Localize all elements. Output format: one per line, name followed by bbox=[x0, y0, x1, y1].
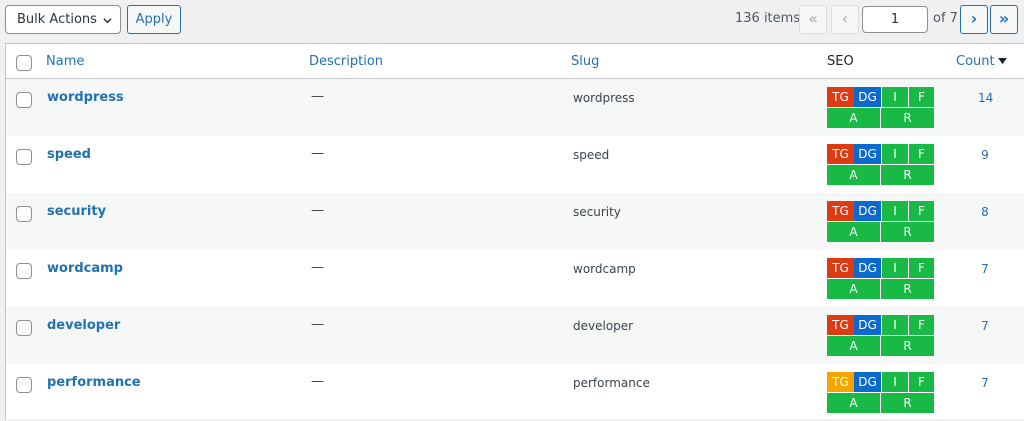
tag-description: — bbox=[311, 203, 324, 218]
row-checkbox[interactable] bbox=[16, 149, 32, 165]
tag-name-link[interactable]: security bbox=[47, 204, 106, 219]
seo-status-grid: TG DG I F A R bbox=[827, 144, 934, 185]
tag-description: — bbox=[311, 146, 324, 161]
seo-badge-r[interactable]: R bbox=[881, 108, 934, 128]
row-checkbox[interactable] bbox=[16, 206, 32, 222]
tag-description: — bbox=[311, 374, 324, 389]
apply-button[interactable]: Apply bbox=[127, 5, 181, 34]
tag-count-link[interactable]: 14 bbox=[978, 91, 993, 105]
seo-badge-a[interactable]: A bbox=[827, 336, 880, 356]
tag-name-link[interactable]: speed bbox=[47, 147, 91, 162]
bulk-actions-label: Bulk Actions bbox=[17, 12, 97, 27]
table-row: wordpress — wordpress TG DG I F A R 14 bbox=[6, 79, 1024, 136]
table-header: Name Description Slug SEO Count bbox=[6, 44, 1024, 79]
tag-slug: wordcamp bbox=[573, 262, 636, 276]
seo-badge-a[interactable]: A bbox=[827, 108, 880, 128]
current-page-input[interactable] bbox=[862, 6, 928, 33]
seo-badge-i[interactable]: I bbox=[881, 201, 908, 221]
item-count: 136 items bbox=[735, 11, 801, 26]
seo-badge-i[interactable]: I bbox=[881, 87, 908, 107]
seo-status-grid: TG DG I F A R bbox=[827, 315, 934, 356]
column-header-description[interactable]: Description bbox=[309, 54, 383, 69]
seo-badge-f[interactable]: F bbox=[908, 144, 934, 164]
tag-count-link[interactable]: 7 bbox=[978, 376, 992, 390]
column-header-count[interactable]: Count bbox=[956, 54, 995, 69]
seo-badge-f[interactable]: F bbox=[908, 258, 934, 278]
seo-badge-dg[interactable]: DG bbox=[854, 258, 881, 278]
seo-badge-r[interactable]: R bbox=[881, 165, 934, 185]
seo-badge-f[interactable]: F bbox=[908, 87, 934, 107]
row-checkbox[interactable] bbox=[16, 263, 32, 279]
seo-badge-a[interactable]: A bbox=[827, 279, 880, 299]
seo-badge-f[interactable]: F bbox=[908, 372, 934, 392]
seo-status-grid: TG DG I F A R bbox=[827, 201, 934, 242]
chevron-down-icon bbox=[103, 18, 112, 24]
table-row: wordcamp — wordcamp TG DG I F A R 7 bbox=[6, 250, 1024, 307]
seo-badge-dg[interactable]: DG bbox=[854, 315, 881, 335]
bulk-actions-select[interactable]: Bulk Actions bbox=[5, 5, 121, 34]
first-page-button[interactable]: « bbox=[799, 5, 827, 34]
tablenav-top: Bulk Actions Apply 136 items « ‹ of 7 › … bbox=[0, 0, 1024, 44]
last-page-button[interactable]: » bbox=[990, 5, 1018, 34]
column-header-seo: SEO bbox=[827, 54, 854, 69]
table-row: developer — developer TG DG I F A R 7 bbox=[6, 307, 1024, 364]
tags-table: Name Description Slug SEO Count wordpres… bbox=[5, 43, 1024, 419]
seo-badge-f[interactable]: F bbox=[908, 315, 934, 335]
seo-badge-f[interactable]: F bbox=[908, 201, 934, 221]
tag-name-link[interactable]: wordcamp bbox=[47, 261, 123, 276]
seo-badge-a[interactable]: A bbox=[827, 165, 880, 185]
seo-badge-r[interactable]: R bbox=[881, 222, 934, 242]
seo-badge-a[interactable]: A bbox=[827, 222, 880, 242]
seo-badge-a[interactable]: A bbox=[827, 393, 880, 413]
tag-count-link[interactable]: 7 bbox=[978, 262, 992, 276]
column-header-slug[interactable]: Slug bbox=[571, 54, 599, 69]
prev-page-button[interactable]: ‹ bbox=[831, 5, 859, 34]
seo-badge-dg[interactable]: DG bbox=[854, 87, 881, 107]
table-row: performance — performance TG DG I F A R 7 bbox=[6, 364, 1024, 421]
seo-badge-dg[interactable]: DG bbox=[854, 201, 881, 221]
seo-badge-dg[interactable]: DG bbox=[854, 144, 881, 164]
seo-badge-tg[interactable]: TG bbox=[827, 87, 854, 107]
column-header-name[interactable]: Name bbox=[46, 54, 84, 69]
row-checkbox[interactable] bbox=[16, 92, 32, 108]
tag-description: — bbox=[311, 89, 324, 104]
seo-status-grid: TG DG I F A R bbox=[827, 87, 934, 128]
seo-badge-dg[interactable]: DG bbox=[854, 372, 881, 392]
tag-slug: speed bbox=[573, 148, 610, 162]
seo-badge-tg[interactable]: TG bbox=[827, 315, 854, 335]
tag-name-link[interactable]: performance bbox=[47, 375, 141, 390]
tag-description: — bbox=[311, 260, 324, 275]
seo-badge-tg[interactable]: TG bbox=[827, 372, 854, 392]
row-checkbox[interactable] bbox=[16, 320, 32, 336]
table-row: speed — speed TG DG I F A R 9 bbox=[6, 136, 1024, 193]
tag-slug: performance bbox=[573, 376, 650, 390]
seo-status-grid: TG DG I F A R bbox=[827, 258, 934, 299]
seo-badge-r[interactable]: R bbox=[881, 336, 934, 356]
select-all-checkbox[interactable] bbox=[16, 55, 32, 71]
tag-description: — bbox=[311, 317, 324, 332]
seo-badge-r[interactable]: R bbox=[881, 279, 934, 299]
seo-badge-tg[interactable]: TG bbox=[827, 144, 854, 164]
sort-descending-icon[interactable] bbox=[998, 58, 1007, 65]
total-pages-label: of 7 bbox=[933, 11, 958, 26]
seo-badge-i[interactable]: I bbox=[881, 144, 908, 164]
tag-slug: wordpress bbox=[573, 91, 635, 105]
seo-badge-i[interactable]: I bbox=[881, 372, 908, 392]
tag-name-link[interactable]: developer bbox=[47, 318, 120, 333]
seo-badge-i[interactable]: I bbox=[881, 315, 908, 335]
tag-count-link[interactable]: 7 bbox=[978, 319, 992, 333]
seo-badge-i[interactable]: I bbox=[881, 258, 908, 278]
tag-count-link[interactable]: 9 bbox=[978, 148, 992, 162]
seo-badge-tg[interactable]: TG bbox=[827, 258, 854, 278]
row-checkbox[interactable] bbox=[16, 377, 32, 393]
tag-name-link[interactable]: wordpress bbox=[47, 90, 124, 105]
next-page-button[interactable]: › bbox=[960, 5, 988, 34]
seo-status-grid: TG DG I F A R bbox=[827, 372, 934, 413]
seo-badge-tg[interactable]: TG bbox=[827, 201, 854, 221]
seo-badge-r[interactable]: R bbox=[881, 393, 934, 413]
table-row: security — security TG DG I F A R 8 bbox=[6, 193, 1024, 250]
tag-count-link[interactable]: 8 bbox=[978, 205, 992, 219]
tag-slug: developer bbox=[573, 319, 634, 333]
tag-slug: security bbox=[573, 205, 621, 219]
